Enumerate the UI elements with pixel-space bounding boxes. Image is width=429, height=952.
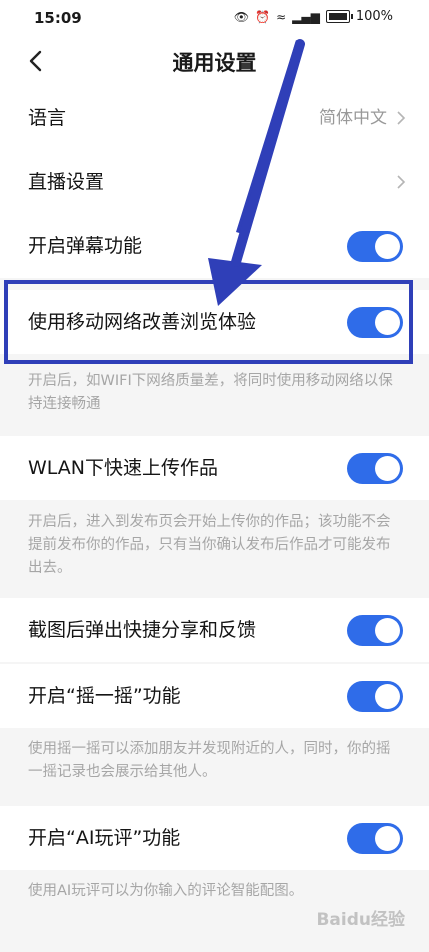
setting-row-live[interactable]: 直播设置 — [0, 150, 429, 214]
settings-screen: 15:09 👁 ⏰ ≈ ▂▄▆ 100% 通用设置 语言 简体中文 直播设置 开… — [0, 0, 429, 952]
setting-row-ai-comment: 开启“AI玩评”功能 — [0, 806, 429, 870]
ai-comment-note: 使用AI玩评可以为你输入的评论智能配图。 — [28, 883, 304, 899]
setting-row-danmaku: 开启弹幕功能 — [0, 214, 429, 278]
danmaku-toggle[interactable] — [347, 231, 403, 262]
toggle-knob — [375, 684, 400, 709]
ai-comment-toggle[interactable] — [347, 823, 403, 854]
live-label: 直播设置 — [28, 171, 105, 193]
shake-note: 使用摇一摇可以添加朋友并发现附近的人，同时，你的摇一摇记录也会展示给其他人。 — [28, 741, 391, 780]
wifi-icon: ≈ — [276, 9, 287, 24]
wlan-upload-note: 开启后，进入到发布页会开始上传你的作品；该功能不会提前发布你的作品，只有当你确认… — [28, 514, 391, 576]
annotation-highlight-box — [4, 280, 413, 364]
toggle-knob — [375, 456, 400, 481]
status-bar: 15:09 👁 ⏰ ≈ ▂▄▆ 100% — [0, 0, 429, 36]
toggle-knob — [375, 826, 400, 851]
battery-percent: 100% — [355, 9, 393, 24]
screenshot-share-label: 截图后弹出快捷分享和反馈 — [28, 619, 257, 641]
page-title: 通用设置 — [172, 51, 257, 75]
language-label: 语言 — [28, 107, 67, 129]
chevron-right-icon — [397, 111, 406, 125]
setting-row-language[interactable]: 语言 简体中文 — [0, 86, 429, 150]
toggle-knob — [375, 618, 400, 643]
eye-icon: 👁 — [233, 9, 250, 24]
chevron-right-icon — [397, 175, 406, 189]
nav-bar: 通用设置 — [0, 36, 429, 86]
danmaku-label: 开启弹幕功能 — [28, 235, 143, 257]
setting-row-shake: 开启“摇一摇”功能 — [0, 664, 429, 728]
toggle-knob — [375, 234, 400, 259]
signal-icon: ▂▄▆ — [292, 9, 320, 24]
ai-comment-label: 开启“AI玩评”功能 — [28, 827, 181, 849]
wlan-upload-label: WLAN下快速上传作品 — [28, 457, 219, 479]
mobile-network-note: 开启后，如WIFI下网络质量差，将同时使用移动网络以保持连接畅通 — [28, 373, 393, 412]
screenshot-share-toggle[interactable] — [347, 615, 403, 646]
setting-row-screenshot-share: 截图后弹出快捷分享和反馈 — [0, 598, 429, 662]
status-icons: 👁 ⏰ ≈ ▂▄▆ 100% — [234, 9, 393, 24]
setting-row-wlan-upload: WLAN下快速上传作品 — [0, 436, 429, 500]
shake-toggle[interactable] — [347, 681, 403, 712]
watermark: Baidu经验 — [316, 910, 405, 930]
wlan-upload-toggle[interactable] — [347, 453, 403, 484]
shake-label: 开启“摇一摇”功能 — [28, 685, 181, 707]
alarm-icon: ⏰ — [255, 9, 271, 24]
status-time: 15:09 — [34, 9, 82, 27]
language-value: 简体中文 — [319, 108, 387, 128]
battery-icon — [325, 10, 353, 23]
